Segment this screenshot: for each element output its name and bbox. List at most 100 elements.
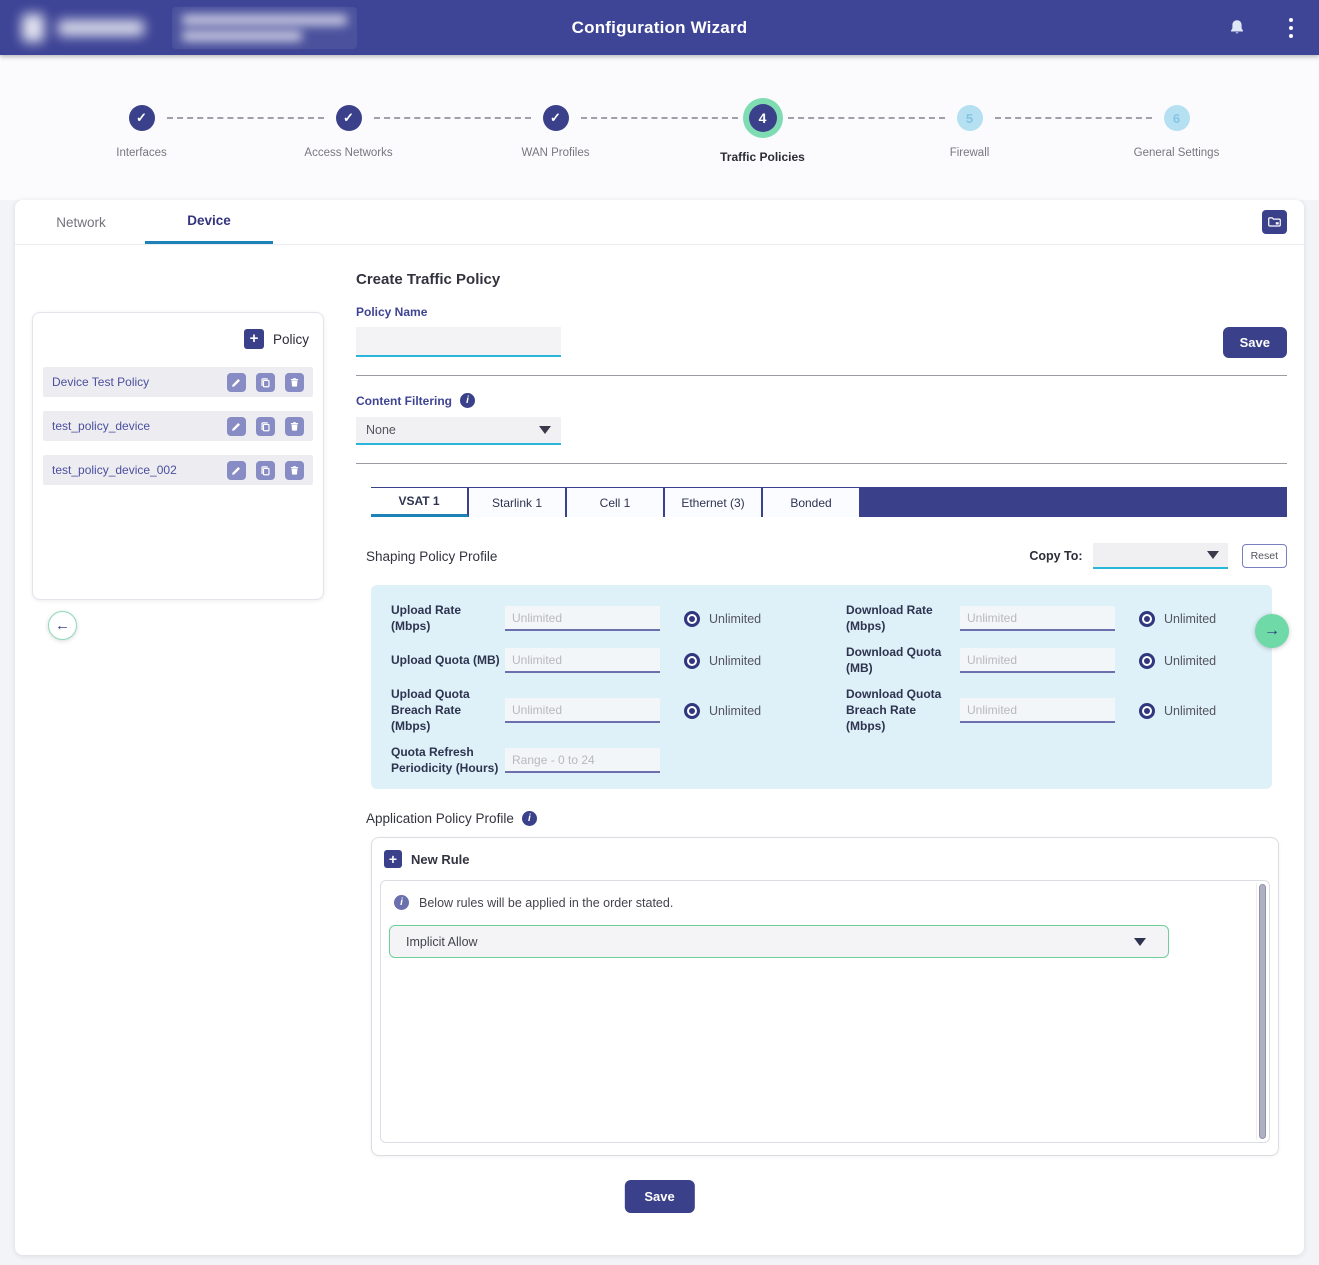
step-number[interactable]: 4: [749, 104, 777, 132]
divider: [356, 463, 1287, 464]
folder-button[interactable]: [1262, 210, 1287, 234]
step-interfaces[interactable]: ✓ Interfaces: [38, 105, 245, 164]
new-rule-button[interactable]: New Rule: [411, 852, 470, 867]
policy-name: test_policy_device: [52, 419, 150, 433]
edit-policy-button[interactable]: [227, 373, 246, 392]
copy-icon: [260, 377, 271, 388]
overflow-menu-button[interactable]: [1285, 14, 1297, 42]
download-quota-input[interactable]: [960, 648, 1115, 673]
trash-icon: [289, 465, 300, 476]
rules-scroll-area: i Below rules will be applied in the ord…: [380, 880, 1270, 1143]
bell-icon: [1227, 26, 1247, 41]
download-breach-rate-input[interactable]: [960, 698, 1115, 723]
save-all-button[interactable]: Save: [624, 1180, 694, 1213]
step-general-settings[interactable]: 6 General Settings: [1073, 105, 1280, 164]
copy-to-select[interactable]: [1093, 543, 1228, 569]
pencil-icon: [231, 465, 242, 476]
trash-icon: [289, 377, 300, 388]
upload-breach-unlimited-radio[interactable]: Unlimited: [684, 703, 761, 719]
step-wan-profiles[interactable]: ✓ WAN Profiles: [452, 105, 659, 164]
add-policy-icon[interactable]: +: [244, 329, 264, 349]
step-check-icon[interactable]: ✓: [543, 105, 569, 131]
chevron-down-icon: [1207, 551, 1219, 559]
step-number[interactable]: 6: [1164, 105, 1190, 131]
arrow-left-icon: ←: [55, 617, 70, 634]
tab-network[interactable]: Network: [17, 200, 145, 244]
back-step-button[interactable]: ←: [48, 611, 77, 640]
next-interface-button[interactable]: →: [1255, 614, 1289, 648]
copy-policy-button[interactable]: [256, 461, 275, 480]
copy-icon: [260, 465, 271, 476]
copy-policy-button[interactable]: [256, 417, 275, 436]
policy-name-input[interactable]: [356, 327, 561, 357]
upload-quota-input[interactable]: [505, 648, 660, 673]
upload-rate-unlimited-radio[interactable]: Unlimited: [684, 611, 761, 627]
chevron-down-icon: [1134, 938, 1146, 946]
wizard-stepper: ✓ Interfaces ✓ Access Networks ✓ WAN Pro…: [38, 105, 1280, 164]
upload-quota-unlimited-radio[interactable]: Unlimited: [684, 653, 761, 669]
tab-bonded[interactable]: Bonded: [763, 488, 861, 517]
shaping-fields-panel: Upload Rate (Mbps) Unlimited Download Ra…: [371, 585, 1272, 789]
radio-selected-icon: [684, 703, 700, 719]
save-policy-button[interactable]: Save: [1223, 327, 1287, 358]
download-rate-input[interactable]: [960, 606, 1115, 631]
policy-name: test_policy_device_002: [52, 463, 177, 477]
wizard-stepper-strip: ✓ Interfaces ✓ Access Networks ✓ WAN Pro…: [0, 55, 1319, 200]
step-firewall[interactable]: 5 Firewall: [866, 105, 1073, 164]
info-icon[interactable]: i: [460, 393, 475, 408]
copy-policy-button[interactable]: [256, 373, 275, 392]
step-traffic-policies[interactable]: 4 Traffic Policies: [659, 105, 866, 164]
content-filtering-select[interactable]: None: [356, 417, 561, 445]
policy-list-item[interactable]: Device Test Policy: [43, 367, 313, 397]
quota-refresh-input[interactable]: [505, 748, 660, 773]
policy-list-item[interactable]: test_policy_device: [43, 411, 313, 441]
delete-policy-button[interactable]: [285, 461, 304, 480]
rules-info-text: Below rules will be applied in the order…: [419, 896, 673, 910]
scrollbar-thumb[interactable]: [1259, 884, 1266, 1139]
divider: [356, 375, 1287, 376]
arrow-right-icon: →: [1264, 622, 1280, 639]
info-icon[interactable]: i: [522, 811, 537, 826]
view-tabs: Network Device: [15, 200, 1304, 245]
tab-ethernet-3[interactable]: Ethernet (3): [665, 488, 763, 517]
trash-icon: [289, 421, 300, 432]
download-quota-unlimited-radio[interactable]: Unlimited: [1139, 653, 1216, 669]
traffic-policies-card: Network Device + Policy Device Test Poli…: [15, 200, 1304, 1255]
new-rule-icon[interactable]: +: [384, 850, 402, 868]
step-number[interactable]: 5: [957, 105, 983, 131]
upload-breach-rate-input[interactable]: [505, 698, 660, 723]
shaping-profile-title: Shaping Policy Profile: [366, 549, 497, 564]
step-check-icon[interactable]: ✓: [336, 105, 362, 131]
tab-cell-1[interactable]: Cell 1: [567, 488, 665, 517]
app-header: Configuration Wizard: [0, 0, 1319, 55]
download-rate-label: Download Rate (Mbps): [846, 603, 958, 634]
edit-policy-button[interactable]: [227, 461, 246, 480]
policy-name: Device Test Policy: [52, 375, 149, 389]
edit-policy-button[interactable]: [227, 417, 246, 436]
policy-name-label: Policy Name: [356, 305, 1287, 319]
scrollbar-track[interactable]: [1256, 883, 1267, 1140]
radio-selected-icon: [684, 611, 700, 627]
add-policy-button[interactable]: Policy: [273, 332, 309, 347]
application-profile-title: Application Policy Profile: [366, 811, 514, 826]
download-breach-unlimited-radio[interactable]: Unlimited: [1139, 703, 1216, 719]
copy-icon: [260, 421, 271, 432]
rule-implicit-allow[interactable]: Implicit Allow: [389, 925, 1169, 958]
step-access-networks[interactable]: ✓ Access Networks: [245, 105, 452, 164]
tab-vsat-1[interactable]: VSAT 1: [371, 488, 469, 517]
folder-icon: [1266, 214, 1283, 230]
notifications-button[interactable]: [1227, 18, 1247, 38]
pencil-icon: [231, 377, 242, 388]
rule-value: Implicit Allow: [406, 935, 478, 949]
pencil-icon: [231, 421, 242, 432]
policy-list-item[interactable]: test_policy_device_002: [43, 455, 313, 485]
delete-policy-button[interactable]: [285, 373, 304, 392]
kebab-icon: [1289, 18, 1293, 22]
tab-starlink-1[interactable]: Starlink 1: [469, 488, 567, 517]
tab-device[interactable]: Device: [145, 200, 273, 244]
download-rate-unlimited-radio[interactable]: Unlimited: [1139, 611, 1216, 627]
upload-rate-input[interactable]: [505, 606, 660, 631]
delete-policy-button[interactable]: [285, 417, 304, 436]
step-check-icon[interactable]: ✓: [129, 105, 155, 131]
reset-button[interactable]: Reset: [1242, 544, 1287, 568]
